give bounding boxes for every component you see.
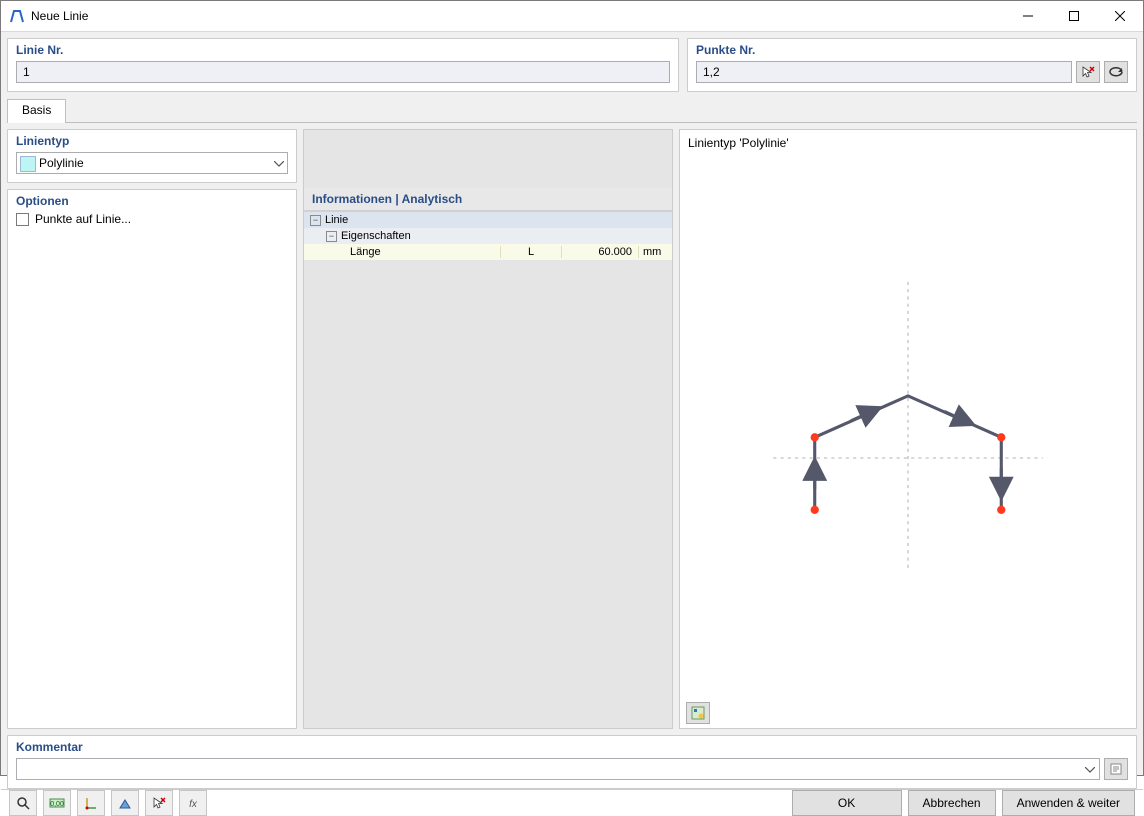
- info-panel: Informationen | Analytisch − Linie − Eig…: [303, 129, 673, 729]
- ok-button[interactable]: OK: [792, 790, 902, 816]
- points-on-line-label: Punkte auf Linie...: [35, 212, 131, 226]
- bottom-toolbar: 0,00 fx OK Abbrechen Anwenden & weiter: [1, 789, 1143, 816]
- property-value: 60.000: [562, 246, 638, 258]
- line-number-label: Linie Nr.: [16, 43, 670, 57]
- tree-eigenschaften-label: Eigenschaften: [341, 230, 411, 242]
- maximize-button[interactable]: [1051, 1, 1097, 31]
- preview-canvas: [680, 156, 1136, 698]
- tool-delete-pick-button[interactable]: [145, 790, 173, 816]
- close-button[interactable]: [1097, 1, 1143, 31]
- reverse-points-button[interactable]: [1104, 61, 1128, 83]
- tool-render-button[interactable]: [111, 790, 139, 816]
- render-icon: [118, 796, 132, 810]
- function-icon: fx: [186, 796, 200, 810]
- tool-function-button[interactable]: fx: [179, 790, 207, 816]
- preview-title: Linientyp 'Polylinie': [680, 130, 1136, 156]
- comment-combo[interactable]: [16, 758, 1100, 780]
- comment-library-button[interactable]: [1104, 758, 1128, 780]
- tab-basis[interactable]: Basis: [7, 99, 66, 123]
- tab-strip: Basis: [7, 98, 1137, 123]
- axes-icon: [84, 796, 98, 810]
- comment-group: Kommentar: [7, 735, 1137, 789]
- tree-row-laenge: Länge L 60.000 mm: [304, 244, 672, 260]
- comment-label: Kommentar: [16, 740, 1128, 754]
- minimize-button[interactable]: [1005, 1, 1051, 31]
- titlebar: Neue Linie: [1, 1, 1143, 32]
- tool-search-button[interactable]: [9, 790, 37, 816]
- units-icon: 0,00: [49, 796, 65, 810]
- dialog-window: Neue Linie Linie Nr. Punkte Nr.: [0, 0, 1144, 776]
- points-number-label: Punkte Nr.: [696, 43, 1128, 57]
- preview-panel: Linientyp 'Polylinie': [679, 129, 1137, 729]
- tree-linie-label: Linie: [325, 214, 348, 226]
- comment-doc-icon: [1109, 762, 1123, 776]
- line-type-group: Linientyp Polylinie: [7, 129, 297, 183]
- line-number-input[interactable]: [16, 61, 670, 83]
- points-number-input[interactable]: [696, 61, 1072, 83]
- line-number-group: Linie Nr.: [7, 38, 679, 92]
- reverse-arrow-icon: [1108, 66, 1124, 78]
- line-type-select[interactable]: Polylinie: [16, 152, 288, 174]
- chevron-down-icon: [274, 156, 284, 170]
- line-type-swatch-icon: [20, 156, 36, 172]
- line-type-label: Linientyp: [16, 134, 288, 148]
- app-icon: [9, 8, 25, 24]
- svg-text:0,00: 0,00: [50, 801, 64, 808]
- options-group: Optionen Punkte auf Linie...: [7, 189, 297, 729]
- search-icon: [16, 796, 30, 810]
- cancel-button[interactable]: Abbrechen: [908, 790, 996, 816]
- info-panel-title: Informationen | Analytisch: [304, 188, 672, 211]
- apply-next-button[interactable]: Anwenden & weiter: [1002, 790, 1135, 816]
- pick-points-button[interactable]: [1076, 61, 1100, 83]
- property-unit: mm: [638, 246, 683, 258]
- cursor-x-icon: [152, 796, 166, 810]
- property-symbol: L: [500, 246, 562, 258]
- property-name: Länge: [350, 246, 500, 258]
- tool-units-button[interactable]: 0,00: [43, 790, 71, 816]
- tree-node-eigenschaften[interactable]: − Eigenschaften: [304, 228, 672, 244]
- window-title: Neue Linie: [31, 9, 88, 23]
- options-label: Optionen: [16, 194, 288, 208]
- points-on-line-checkbox[interactable]: [16, 213, 29, 226]
- collapse-icon[interactable]: −: [326, 231, 337, 242]
- svg-text:fx: fx: [189, 799, 198, 810]
- line-type-selected: Polylinie: [39, 156, 84, 170]
- cursor-delete-icon: [1081, 65, 1095, 79]
- collapse-icon[interactable]: −: [310, 215, 321, 226]
- tree-node-linie[interactable]: − Linie: [304, 212, 672, 228]
- points-number-group: Punkte Nr.: [687, 38, 1137, 92]
- preview-settings-button[interactable]: [686, 702, 710, 724]
- chevron-down-icon: [1085, 762, 1095, 776]
- tool-coord-button[interactable]: [77, 790, 105, 816]
- preview-icon: [691, 706, 705, 720]
